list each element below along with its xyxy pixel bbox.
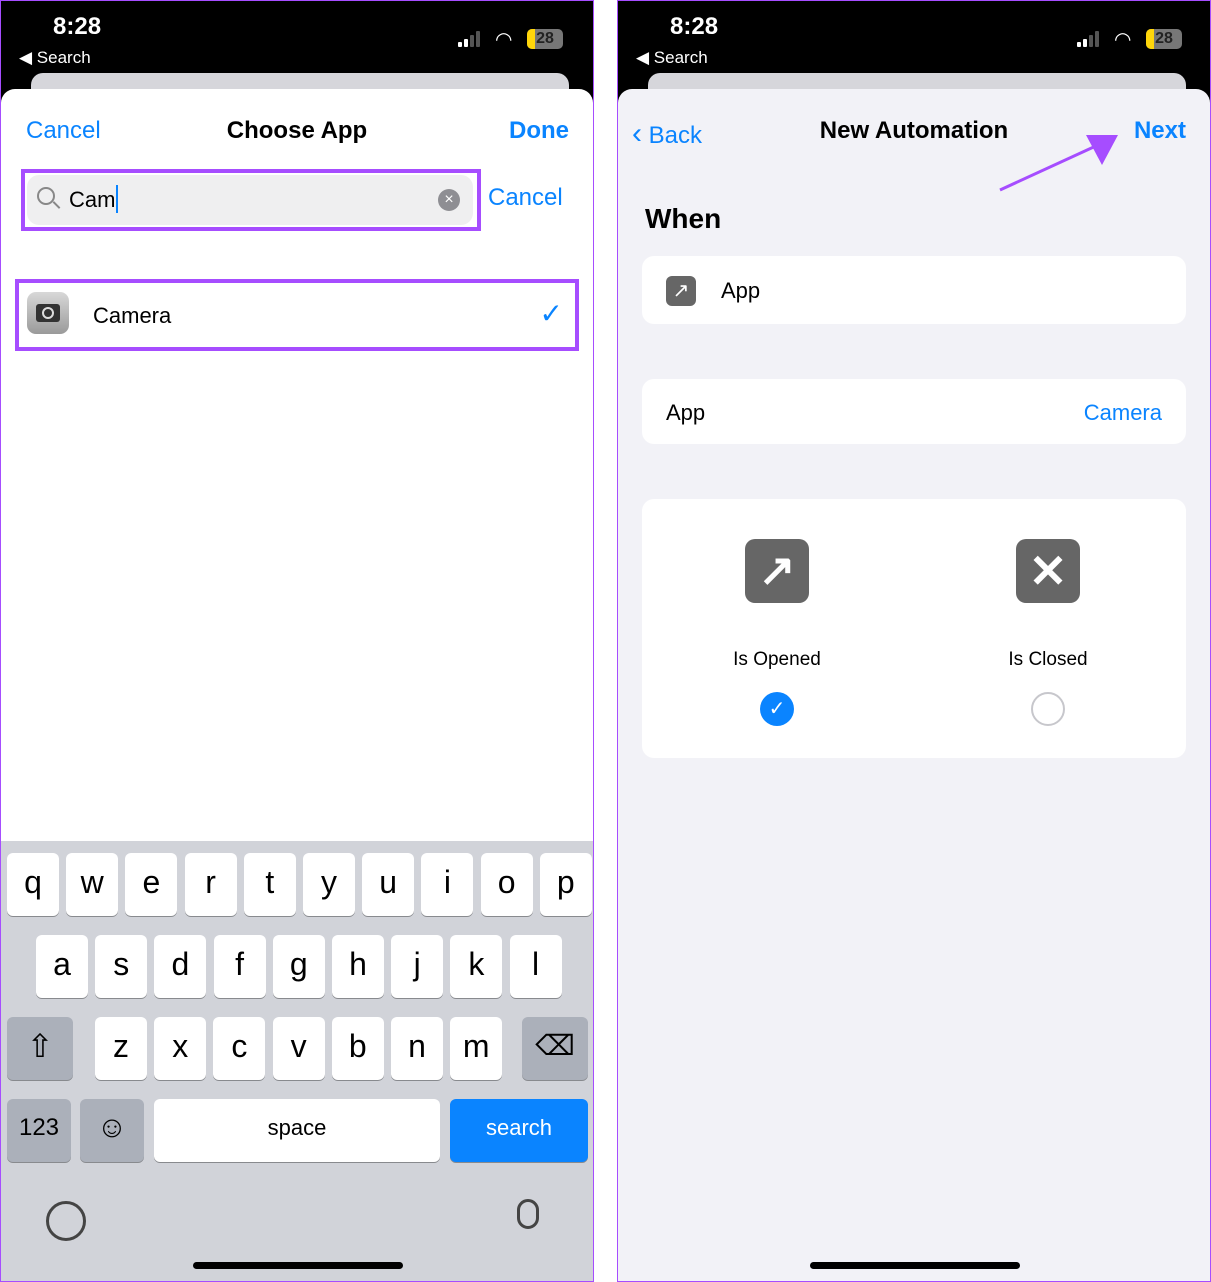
app-name: Camera — [93, 303, 172, 328]
app-row-label: App — [666, 400, 706, 425]
key-o[interactable]: o — [480, 853, 533, 916]
x-icon: ✕ — [1016, 539, 1080, 603]
key-v[interactable]: v — [272, 1017, 325, 1080]
radio-unchecked[interactable] — [1031, 692, 1065, 726]
search-cancel-button[interactable]: Cancel — [488, 184, 563, 212]
done-button[interactable]: Done — [509, 117, 569, 145]
key-n[interactable]: n — [391, 1017, 443, 1080]
app-row[interactable]: App Camera — [642, 379, 1186, 444]
numbers-key[interactable]: 123 — [7, 1099, 71, 1162]
key-m[interactable]: m — [450, 1017, 503, 1080]
key-f[interactable]: f — [213, 935, 266, 998]
key-u[interactable]: u — [362, 853, 415, 916]
search-input[interactable]: Cam × — [27, 175, 473, 225]
checkmark-icon: ✓ — [539, 298, 563, 329]
option-is-opened[interactable]: ↗ Is Opened ✓ — [682, 539, 872, 729]
emoji-key[interactable]: ☺ — [80, 1099, 144, 1162]
clear-icon[interactable]: × — [438, 189, 460, 211]
back-label: Search — [36, 48, 91, 67]
list-item[interactable]: Camera ✓ — [19, 283, 575, 347]
key-x[interactable]: x — [154, 1017, 207, 1080]
shift-key[interactable]: ⇧ — [7, 1017, 73, 1080]
microphone-icon[interactable] — [517, 1199, 539, 1229]
key-w[interactable]: w — [66, 853, 119, 916]
page-title: Choose App — [226, 117, 368, 144]
key-l[interactable]: l — [509, 935, 562, 998]
status-time: 8:28 — [670, 13, 719, 40]
battery-icon: 28 — [527, 29, 563, 49]
home-indicator — [810, 1262, 1020, 1269]
key-a[interactable]: a — [36, 935, 88, 998]
option-is-closed[interactable]: ✕ Is Closed — [953, 539, 1143, 729]
back-to-search[interactable]: ◀ Search — [19, 48, 91, 68]
key-k[interactable]: k — [450, 935, 503, 998]
key-q[interactable]: q — [7, 853, 59, 916]
key-e[interactable]: e — [125, 853, 178, 916]
key-z[interactable]: z — [95, 1017, 147, 1080]
status-time: 8:28 — [53, 13, 102, 40]
home-indicator — [193, 1262, 403, 1269]
back-label: Search — [653, 48, 708, 67]
app-row-value[interactable]: Camera — [1084, 400, 1162, 426]
arrow-up-right-icon: ↗ — [745, 539, 809, 603]
search-value: Cam — [69, 187, 116, 212]
key-t[interactable]: t — [243, 853, 296, 916]
search-key[interactable]: search — [450, 1099, 588, 1162]
key-b[interactable]: b — [331, 1017, 384, 1080]
globe-icon[interactable] — [46, 1201, 86, 1241]
signal-icon — [458, 31, 482, 47]
space-key[interactable]: space — [154, 1099, 440, 1162]
app-trigger-icon: ↗ — [666, 276, 696, 306]
annotation-arrow — [999, 135, 1118, 192]
key-h[interactable]: h — [332, 935, 384, 998]
new-automation-screen: 8:28 ◀ Search ◠ 28 ‹ Back New Automation… — [617, 0, 1211, 1282]
radio-checked[interactable]: ✓ — [760, 692, 794, 726]
key-y[interactable]: y — [303, 853, 355, 916]
trigger-label: App — [721, 278, 761, 303]
wifi-icon: ◠ — [495, 29, 513, 51]
key-p[interactable]: p — [539, 853, 592, 916]
trigger-card[interactable]: ↗ App — [642, 256, 1186, 324]
choose-app-screen: 8:28 ◀ Search ◠ 28 Cancel Choose App Don… — [0, 0, 594, 1282]
camera-app-icon — [27, 292, 69, 334]
option-label: Is Opened — [733, 649, 821, 670]
section-title: When — [645, 203, 722, 234]
delete-key[interactable]: ⌫ — [522, 1017, 588, 1080]
options-card: ↗ Is Opened ✓ ✕ Is Closed — [642, 499, 1186, 758]
signal-icon — [1077, 31, 1101, 47]
key-s[interactable]: s — [95, 935, 148, 998]
key-i[interactable]: i — [421, 853, 474, 916]
option-label: Is Closed — [1008, 649, 1088, 670]
battery-icon: 28 — [1146, 29, 1182, 49]
key-r[interactable]: r — [184, 853, 237, 916]
back-to-search[interactable]: ◀ Search — [636, 48, 708, 68]
key-g[interactable]: g — [272, 935, 325, 998]
key-d[interactable]: d — [154, 935, 207, 998]
keyboard: qwertyuiop asdfghjkl zxcvbnm ⇧ ⌫ 123 ☺ spa… — [1, 841, 593, 1281]
key-c[interactable]: c — [213, 1017, 266, 1080]
key-j[interactable]: j — [391, 935, 444, 998]
next-button[interactable]: Next — [1134, 117, 1186, 145]
wifi-icon: ◠ — [1114, 29, 1132, 51]
